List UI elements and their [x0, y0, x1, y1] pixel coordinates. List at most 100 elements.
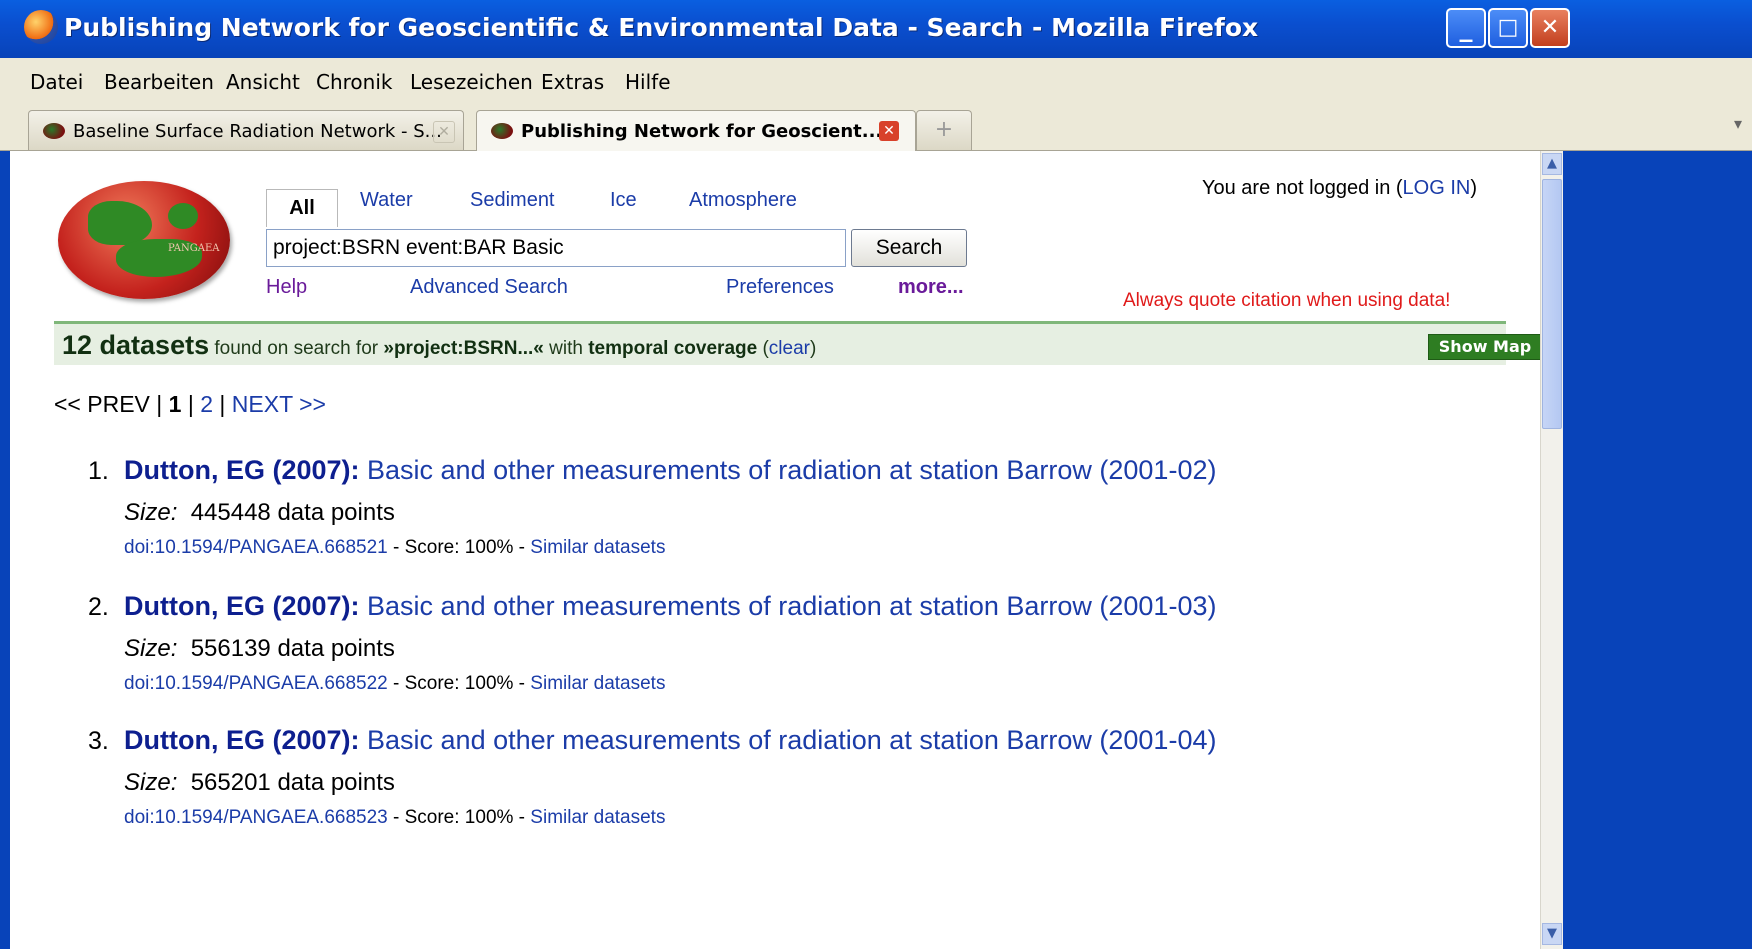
result-title-link[interactable]: Dutton, EG (2007): Basic and other measu…: [124, 591, 1216, 622]
menu-bar: Datei Bearbeiten Ansicht Chronik Lesezei…: [0, 58, 1752, 105]
logo-land-shape: [88, 201, 152, 245]
pangaea-logo[interactable]: PANGAEA: [58, 181, 230, 299]
current-page: 1: [168, 391, 182, 417]
tab-label: Baseline Surface Radiation Network - S..…: [73, 121, 442, 142]
search-button[interactable]: Search: [851, 229, 967, 267]
query-short: »project:BSRN...«: [383, 338, 544, 359]
result-title: Basic and other measurements of radiatio…: [359, 591, 1217, 621]
help-link[interactable]: Help: [266, 276, 307, 299]
result-number: 3.: [88, 727, 109, 755]
size-value: 556139 data points: [177, 635, 395, 662]
score-text: - Score: 100% -: [387, 537, 531, 558]
result-meta: doi:10.1594/PANGAEA.668523 - Score: 100%…: [124, 807, 665, 829]
result-title: Basic and other measurements of radiatio…: [359, 455, 1217, 485]
prev-link: << PREV: [54, 391, 150, 417]
pangaea-favicon-icon: [491, 123, 513, 139]
scroll-up-icon[interactable]: ▲: [1542, 153, 1562, 175]
next-link[interactable]: NEXT >>: [232, 391, 326, 417]
page-content: PANGAEA All Water Sediment Ice Atmospher…: [10, 151, 1540, 949]
logo-land-shape: [168, 203, 198, 229]
similar-datasets-link[interactable]: Similar datasets: [530, 807, 665, 828]
doi-link[interactable]: doi:10.1594/PANGAEA.668523: [124, 807, 388, 828]
tab-publishing-network[interactable]: Publishing Network for Geoscient... ✕: [476, 110, 916, 151]
window-title: Publishing Network for Geoscientific & E…: [64, 13, 1259, 42]
size-value: 445448 data points: [177, 499, 395, 526]
minimize-button[interactable]: _: [1446, 8, 1486, 48]
login-link[interactable]: LOG IN: [1403, 177, 1471, 199]
advanced-search-link[interactable]: Advanced Search: [410, 276, 568, 299]
search-box: [266, 229, 846, 267]
similar-datasets-link[interactable]: Similar datasets: [530, 673, 665, 694]
doi-link[interactable]: doi:10.1594/PANGAEA.668522: [124, 673, 388, 694]
results-summary: 12 datasets found on search for »project…: [62, 330, 816, 361]
result-number: 2.: [88, 593, 109, 621]
tab-label: Publishing Network for Geoscient...: [521, 121, 883, 142]
search-tab-ice[interactable]: Ice: [610, 189, 637, 212]
result-title-link[interactable]: Dutton, EG (2007): Basic and other measu…: [124, 725, 1216, 756]
result-author: Dutton, EG (2007):: [124, 591, 360, 621]
temporal-coverage: temporal coverage: [588, 338, 758, 359]
pangaea-favicon-icon: [43, 123, 65, 139]
login-suffix: ): [1470, 177, 1477, 199]
search-tab-sediment[interactable]: Sediment: [470, 189, 555, 212]
maximize-button[interactable]: □: [1488, 8, 1528, 48]
tab-baseline-surface-radiation[interactable]: Baseline Surface Radiation Network - S..…: [28, 110, 464, 150]
logo-text: PANGAEA: [168, 243, 220, 254]
menu-datei[interactable]: Datei: [30, 70, 83, 94]
window-frame-right: [1563, 151, 1752, 949]
pager-sep: |: [213, 391, 232, 417]
size-label: Size:: [124, 635, 178, 662]
window-frame-left: [0, 151, 10, 949]
result-title-link[interactable]: Dutton, EG (2007): Basic and other measu…: [124, 455, 1216, 486]
doi-link[interactable]: doi:10.1594/PANGAEA.668521: [124, 537, 388, 558]
search-tab-all[interactable]: All: [266, 189, 338, 227]
menu-hilfe[interactable]: Hilfe: [625, 70, 671, 94]
window-titlebar: Publishing Network for Geoscientific & E…: [0, 0, 1752, 58]
results-summary-bar: 12 datasets found on search for »project…: [54, 321, 1540, 365]
pagination: << PREV | 1 | 2 | NEXT >>: [54, 391, 326, 418]
menu-ansicht[interactable]: Ansicht: [226, 70, 300, 94]
result-meta: doi:10.1594/PANGAEA.668521 - Score: 100%…: [124, 537, 665, 559]
pager-sep: |: [149, 391, 169, 417]
tab-bar: Baseline Surface Radiation Network - S..…: [0, 104, 1752, 151]
search-input[interactable]: [267, 230, 845, 266]
clear-close: ): [809, 338, 817, 359]
result-title: Basic and other measurements of radiatio…: [359, 725, 1217, 755]
clear-link[interactable]: clear: [769, 338, 810, 359]
size-label: Size:: [124, 769, 178, 796]
result-author: Dutton, EG (2007):: [124, 455, 360, 485]
show-map-button[interactable]: Show Map: [1428, 334, 1540, 360]
result-size: Size: 556139 data points: [124, 635, 395, 663]
menu-lesezeichen[interactable]: Lesezeichen: [410, 70, 533, 94]
scroll-thumb[interactable]: [1542, 179, 1562, 429]
menu-chronik[interactable]: Chronik: [316, 70, 392, 94]
more-link[interactable]: more...: [898, 276, 964, 299]
page-2-link[interactable]: 2: [200, 391, 213, 417]
found-text: found on search for: [209, 338, 384, 359]
tab-close-icon[interactable]: ✕: [433, 121, 455, 143]
scroll-down-icon[interactable]: ▼: [1542, 923, 1562, 945]
result-meta: doi:10.1594/PANGAEA.668522 - Score: 100%…: [124, 673, 665, 695]
login-prefix: You are not logged in (: [1202, 177, 1403, 199]
search-tab-atmosphere[interactable]: Atmosphere: [689, 189, 797, 212]
menu-bearbeiten[interactable]: Bearbeiten: [104, 70, 214, 94]
score-text: - Score: 100% -: [387, 673, 531, 694]
tab-close-icon[interactable]: ✕: [879, 121, 899, 141]
preferences-link[interactable]: Preferences: [726, 276, 834, 299]
firefox-icon: [24, 10, 58, 44]
pager-sep: |: [181, 391, 201, 417]
score-text: - Score: 100% -: [387, 807, 531, 828]
result-size: Size: 565201 data points: [124, 769, 395, 797]
similar-datasets-link[interactable]: Similar datasets: [530, 537, 665, 558]
dataset-count: 12 datasets: [62, 330, 210, 360]
citation-notice: Always quote citation when using data!: [1123, 290, 1451, 311]
search-tab-water[interactable]: Water: [360, 189, 413, 212]
tab-list-dropdown-icon[interactable]: ▾: [1734, 114, 1742, 133]
menu-extras[interactable]: Extras: [541, 70, 604, 94]
close-window-button[interactable]: ✕: [1530, 8, 1570, 48]
result-number: 1.: [88, 457, 109, 485]
login-status: You are not logged in (LOG IN): [1202, 177, 1477, 200]
new-tab-button[interactable]: +: [916, 110, 972, 150]
size-value: 565201 data points: [177, 769, 395, 796]
vertical-scrollbar[interactable]: ▲ ▼: [1540, 151, 1563, 949]
